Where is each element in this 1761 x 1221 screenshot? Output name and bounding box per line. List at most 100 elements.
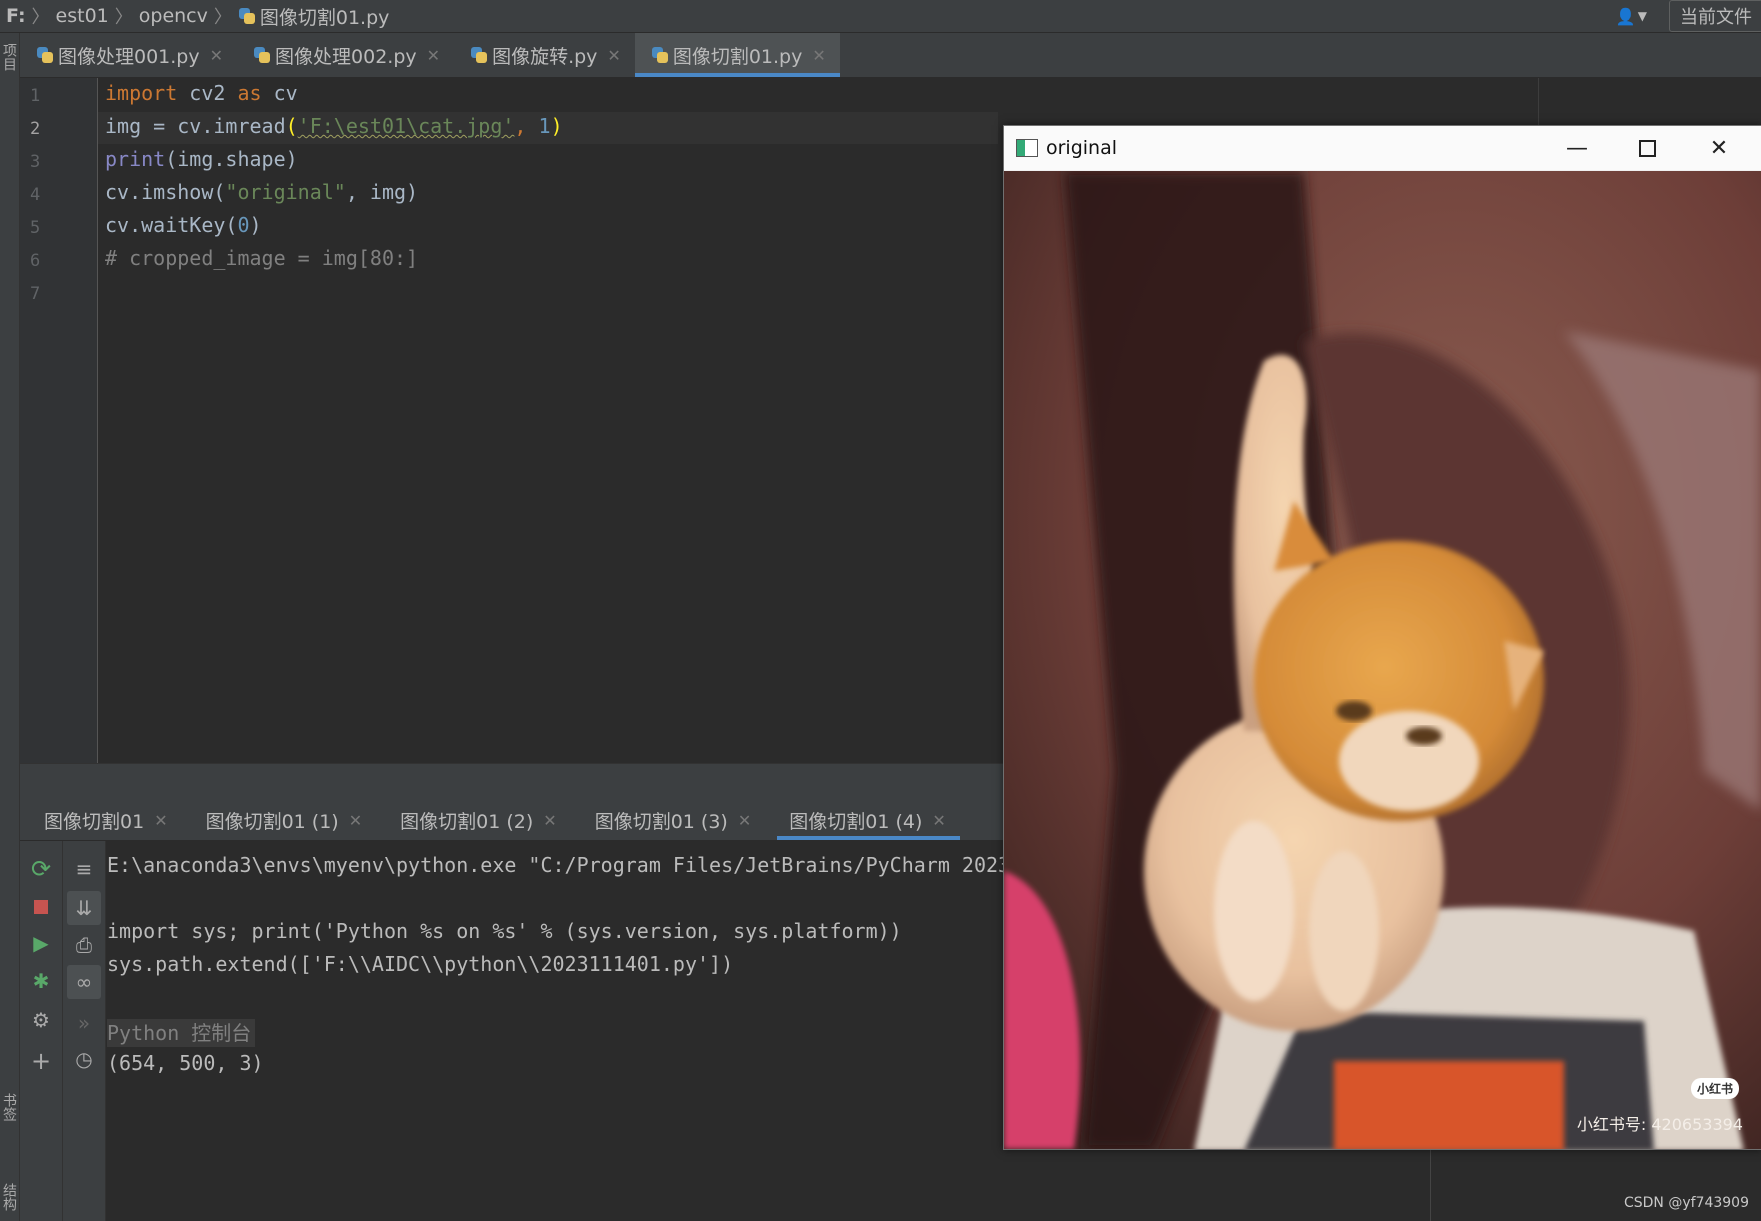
- minimize-button[interactable]: —: [1542, 126, 1612, 170]
- tab-label: 图像切割01 (3): [594, 810, 728, 833]
- breadcrumb-drive[interactable]: F:: [6, 5, 26, 27]
- code-token: print: [105, 147, 166, 171]
- python-console-label: Python 控制台: [107, 1019, 256, 1047]
- line-number: 2: [30, 119, 41, 139]
- execute-icon[interactable]: »: [63, 1011, 105, 1035]
- structure-tool-button[interactable]: 结构: [0, 1183, 19, 1211]
- code-token: as: [237, 81, 262, 105]
- tab-label: 图像切割01 (4): [789, 810, 923, 833]
- history-icon[interactable]: ◷: [63, 1047, 105, 1071]
- tab-label: 图像处理002.py: [275, 45, 417, 68]
- close-icon[interactable]: ✕: [427, 46, 440, 65]
- scroll-to-end-icon[interactable]: ⇊: [67, 891, 101, 925]
- run-tab-4[interactable]: 图像切割01 (3) ✕: [571, 800, 766, 840]
- chevron-down-icon: ▼: [1637, 9, 1647, 23]
- python-file-icon: [238, 7, 256, 25]
- code-line-3[interactable]: print(img.shape): [105, 147, 298, 171]
- tab-label: 图像旋转.py: [492, 45, 598, 68]
- line-number: 6: [30, 251, 41, 271]
- python-file-icon: [470, 46, 488, 64]
- stop-icon[interactable]: [20, 895, 62, 919]
- console-result: (654, 500, 3): [107, 1051, 264, 1075]
- close-icon[interactable]: ✕: [607, 46, 620, 65]
- tab-label: 图像切割01 (1): [205, 810, 339, 833]
- cat-photo-drawing: [1004, 171, 1761, 1149]
- breadcrumb-file[interactable]: 图像切割01.py: [238, 3, 390, 30]
- close-icon[interactable]: ✕: [543, 811, 556, 830]
- python-file-icon: [651, 46, 669, 64]
- code-line-6[interactable]: # cropped_image = img[80:]: [105, 246, 418, 270]
- user-menu-button[interactable]: 👤 ▼: [1616, 7, 1647, 26]
- breadcrumb-label: 图像切割01.py: [259, 6, 390, 29]
- close-icon[interactable]: ✕: [812, 46, 825, 65]
- code-token: img = cv.imread: [105, 114, 286, 138]
- chevron-right-icon: 〉: [31, 7, 50, 28]
- show-variables-icon[interactable]: ∞: [67, 965, 101, 999]
- run-tab-5[interactable]: 图像切割01 (4) ✕: [765, 800, 960, 840]
- code-line-4[interactable]: cv.imshow("original", img): [105, 180, 418, 204]
- xiaohongshu-id: 小红书号: 420653394: [1576, 1115, 1743, 1134]
- close-icon[interactable]: ✕: [738, 811, 751, 830]
- tab-file-3[interactable]: 图像旋转.py ✕: [454, 33, 635, 77]
- bookmarks-tool-button[interactable]: 书签: [0, 1093, 19, 1121]
- code-token: ): [550, 114, 563, 138]
- code-token: cv.waitKey(: [105, 213, 238, 237]
- run-tab-3[interactable]: 图像切割01 (2) ✕: [376, 800, 571, 840]
- run-toolbar: ⟳ ▶ ✱ ⚙ +: [20, 841, 63, 1221]
- tab-label: 图像切割01: [44, 810, 145, 833]
- python-file-icon: [253, 46, 271, 64]
- code-token: cv: [261, 81, 298, 105]
- code-line-5[interactable]: cv.waitKey(0): [105, 213, 262, 237]
- code-token: cv.imshow(: [105, 180, 226, 204]
- image-window[interactable]: original — ✕ 小红书 小红书号: 420653394: [1003, 125, 1761, 1150]
- console-line: E:\anaconda3\envs\myenv\python.exe "C:/P…: [107, 853, 1011, 877]
- close-icon[interactable]: ✕: [154, 811, 167, 830]
- tab-file-4[interactable]: 图像切割01.py ✕: [634, 33, 840, 77]
- maximize-button[interactable]: [1612, 126, 1682, 170]
- close-icon[interactable]: ✕: [210, 46, 223, 65]
- tab-file-2[interactable]: 图像处理002.py ✕: [237, 33, 454, 77]
- code-token: (img.shape): [165, 147, 298, 171]
- run-config-select[interactable]: 当前文件: [1669, 0, 1761, 32]
- settings-icon[interactable]: ⚙: [20, 1008, 62, 1032]
- user-icon: 👤: [1615, 6, 1636, 26]
- console-line: sys.path.extend(['F:\\AIDC\\python\\2023…: [107, 952, 734, 976]
- line-number: 3: [30, 152, 41, 172]
- code-token: 'F:\est01\cat.jpg': [297, 114, 515, 138]
- line-number: 1: [30, 86, 41, 106]
- run-tab-2[interactable]: 图像切割01 (1) ✕: [182, 800, 377, 840]
- tab-label: 图像处理001.py: [58, 45, 200, 68]
- left-tool-strip: 项目 书签 结构: [0, 33, 20, 1221]
- console-line: import sys; print('Python %s on %s' % (s…: [107, 919, 902, 943]
- run-icon[interactable]: ▶: [20, 931, 62, 955]
- code-token: , img): [345, 180, 419, 204]
- close-button[interactable]: ✕: [1684, 126, 1754, 170]
- code-token: (: [285, 114, 298, 138]
- code-line-1[interactable]: import cv2 as cv: [105, 81, 298, 105]
- close-icon[interactable]: ✕: [349, 811, 362, 830]
- editor-tab-bar: 图像处理001.py ✕ 图像处理002.py ✕ 图像旋转.py ✕ 图像切割01.…: [20, 33, 1761, 77]
- rerun-icon[interactable]: ⟳: [20, 855, 62, 883]
- line-number: 4: [30, 185, 41, 205]
- window-titlebar[interactable]: original — ✕: [1004, 126, 1761, 170]
- close-icon[interactable]: ✕: [932, 811, 945, 830]
- code-token: cv2: [177, 81, 238, 105]
- add-icon[interactable]: +: [20, 1047, 62, 1075]
- code-token: 0: [237, 213, 250, 237]
- soft-wrap-icon[interactable]: ≡: [63, 857, 105, 881]
- print-icon[interactable]: ⎙: [63, 933, 105, 957]
- code-token: ,: [514, 114, 539, 138]
- xiaohongshu-badge: 小红书: [1690, 1078, 1739, 1099]
- python-file-icon: [36, 46, 54, 64]
- tab-file-1[interactable]: 图像处理001.py ✕: [20, 33, 237, 77]
- line-number-gutter: 1 2 3 4 5 6 7: [20, 78, 98, 768]
- tab-label: 图像切割01.py: [672, 45, 803, 68]
- code-token: ): [249, 213, 262, 237]
- breadcrumb-project[interactable]: est01: [56, 5, 109, 27]
- project-tool-button[interactable]: 项目: [0, 43, 19, 71]
- breadcrumb-folder[interactable]: opencv: [139, 5, 208, 27]
- run-tab-1[interactable]: 图像切割01 ✕: [20, 800, 182, 840]
- app-icon: [1016, 139, 1038, 157]
- debug-icon[interactable]: ✱: [20, 969, 62, 993]
- code-line-2[interactable]: img = cv.imread('F:\est01\cat.jpg', 1): [105, 114, 563, 138]
